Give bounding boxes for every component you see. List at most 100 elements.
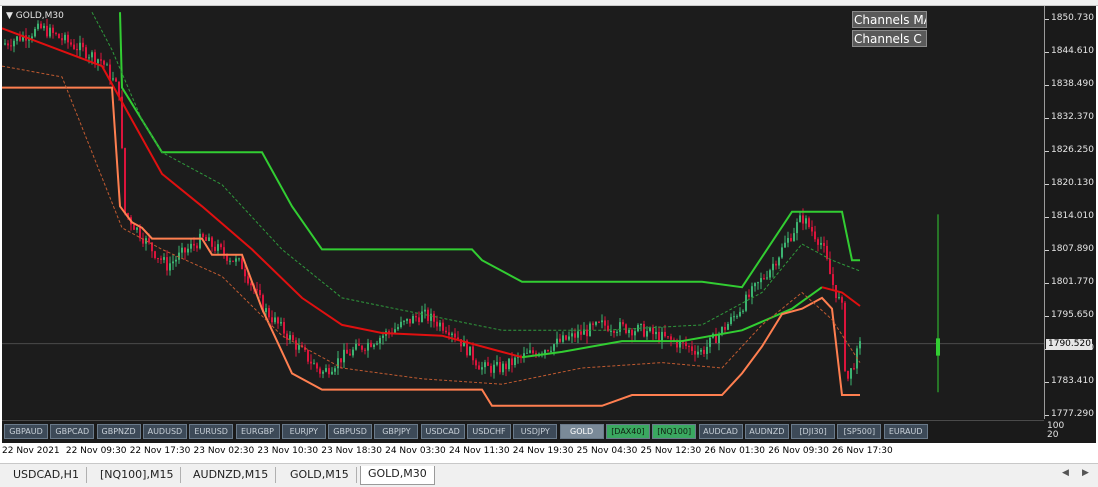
candle-body bbox=[307, 350, 309, 362]
scroll-right-icon[interactable]: ▶ bbox=[1082, 468, 1089, 478]
symbol-button-gbpjpy[interactable]: GBPJPY bbox=[374, 424, 419, 439]
candle-body bbox=[169, 263, 171, 271]
price-axis-label: 1777.290 bbox=[1051, 409, 1094, 419]
candle-body bbox=[439, 322, 441, 327]
candle-body bbox=[505, 363, 507, 370]
candle-body bbox=[136, 227, 138, 230]
chart-tab[interactable]: USDCAD,H1 bbox=[6, 467, 87, 483]
candle-body bbox=[400, 321, 402, 328]
candle-body bbox=[193, 243, 195, 246]
price-axis-label: 1801.770 bbox=[1051, 277, 1094, 287]
candle-body bbox=[340, 358, 342, 363]
candle-body bbox=[217, 244, 219, 251]
candle-body bbox=[94, 52, 96, 64]
candle-body bbox=[277, 317, 279, 324]
symbol-button-audcad[interactable]: AUDCAD bbox=[698, 424, 743, 439]
candle-body bbox=[220, 244, 222, 248]
candle-body bbox=[106, 64, 108, 66]
candle-body bbox=[481, 367, 483, 370]
candle-body bbox=[838, 297, 840, 299]
price-axis-tick bbox=[1045, 250, 1049, 251]
candle-body bbox=[565, 335, 567, 340]
candle-body bbox=[13, 40, 15, 47]
candle-body bbox=[733, 316, 735, 318]
price-chart-canvas bbox=[2, 11, 1044, 407]
chart-tab[interactable]: AUDNZD,M15 bbox=[186, 467, 277, 483]
chart-tab[interactable]: GOLD,M30 bbox=[360, 466, 435, 485]
candle-body bbox=[280, 322, 282, 324]
candle-body bbox=[34, 28, 36, 37]
candle-body bbox=[157, 258, 159, 260]
candle-body bbox=[550, 350, 552, 352]
symbol-button-eurgbp[interactable]: EURGBP bbox=[235, 424, 280, 439]
candle-body bbox=[112, 78, 114, 80]
price-axis-tick bbox=[1045, 151, 1049, 152]
candle-body bbox=[97, 59, 99, 64]
candle-body bbox=[133, 224, 135, 230]
candle-body bbox=[298, 345, 300, 350]
candle-body bbox=[571, 333, 573, 337]
candle-body bbox=[181, 247, 183, 253]
candle-body bbox=[175, 259, 177, 262]
candle-body bbox=[601, 320, 603, 323]
candle-body bbox=[358, 343, 360, 346]
candle-body bbox=[433, 313, 435, 322]
symbol-button-euraud[interactable]: EURAUD bbox=[883, 424, 928, 439]
symbol-button-usdchf[interactable]: USDCHF bbox=[467, 424, 511, 439]
candle-body bbox=[808, 218, 810, 228]
channels-ma-button[interactable]: Channels MA bbox=[852, 11, 927, 28]
chart-tab[interactable]: [NQ100],M15 bbox=[93, 467, 182, 483]
candle-body bbox=[559, 338, 561, 342]
symbol-button-usdjpy[interactable]: USDJPY bbox=[513, 424, 558, 439]
chart-tab[interactable]: GOLD,M15 bbox=[283, 467, 357, 483]
candle-body bbox=[148, 238, 150, 243]
candle-body bbox=[73, 44, 75, 49]
candle-body bbox=[724, 326, 726, 330]
channels-c-button[interactable]: Channels C bbox=[852, 30, 927, 47]
candle-body bbox=[598, 321, 600, 323]
symbol-button-audnzd[interactable]: AUDNZD bbox=[744, 424, 789, 439]
candle-body bbox=[178, 252, 180, 260]
candle-body bbox=[640, 324, 642, 326]
candle-body bbox=[751, 286, 753, 297]
symbol-button-gbpcad[interactable]: GBPCAD bbox=[50, 424, 95, 439]
scroll-left-icon[interactable]: ◀ bbox=[1062, 468, 1069, 478]
candle-body bbox=[454, 333, 456, 338]
symbol-button-gbpnzd[interactable]: GBPNZD bbox=[96, 424, 141, 439]
symbol-button-sp500[interactable]: [SP500] bbox=[837, 424, 882, 439]
symbol-button-dax40[interactable]: [DAX40] bbox=[605, 424, 650, 439]
candle-body bbox=[322, 371, 324, 374]
candle-body bbox=[319, 368, 321, 374]
candle-body bbox=[802, 215, 804, 224]
symbol-button-gold[interactable]: GOLD bbox=[559, 424, 604, 439]
candle-body bbox=[376, 343, 378, 345]
candle-body bbox=[781, 247, 783, 258]
candle-body bbox=[793, 233, 795, 241]
price-axis-label: 1838.490 bbox=[1051, 79, 1094, 89]
candle-body bbox=[370, 342, 372, 347]
symbol-button-usdcad[interactable]: USDCAD bbox=[420, 424, 465, 439]
price-chart-area[interactable]: ▼ GOLD,M30 Channels MA Channels C bbox=[2, 6, 1045, 419]
candle-body bbox=[229, 260, 231, 262]
symbol-button-eurusd[interactable]: EURUSD bbox=[189, 424, 234, 439]
symbol-button-nq100[interactable]: [NQ100] bbox=[652, 424, 697, 439]
symbol-button-audusd[interactable]: AUDUSD bbox=[142, 424, 187, 439]
candle-body bbox=[91, 52, 93, 58]
candle-body bbox=[667, 336, 669, 338]
candle-body bbox=[739, 311, 741, 317]
candle-body bbox=[79, 42, 81, 51]
candle-body bbox=[487, 362, 489, 366]
price-axis-tick bbox=[1045, 52, 1049, 53]
symbol-button-gbpusd[interactable]: GBPUSD bbox=[328, 424, 373, 439]
time-axis-label: 24 Nov 19:30 bbox=[512, 446, 574, 456]
candle-body bbox=[586, 329, 588, 337]
symbol-button-eurjpy[interactable]: EURJPY bbox=[281, 424, 326, 439]
symbol-button-gbpaud[interactable]: GBPAUD bbox=[4, 424, 48, 439]
candle-body bbox=[448, 332, 450, 336]
price-axis[interactable]: 1850.730 1844.610 1838.490 1832.370 1826.250… bbox=[1045, 6, 1096, 419]
price-axis-label: 1826.250 bbox=[1051, 145, 1094, 155]
candle-body bbox=[289, 335, 291, 340]
chart-window[interactable]: ▼ GOLD,M30 Channels MA Channels C 1850.7… bbox=[2, 6, 1096, 443]
symbol-button-dji30[interactable]: [DJI30] bbox=[791, 424, 836, 439]
candle-body bbox=[805, 218, 807, 224]
